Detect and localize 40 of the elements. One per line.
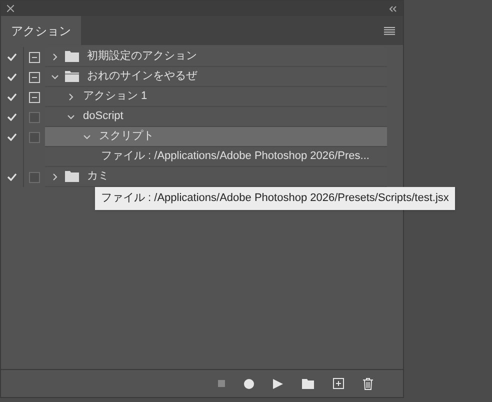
checkmark-icon[interactable] [7, 73, 17, 81]
folder-icon [65, 51, 79, 62]
dialog-toggle-icon[interactable] [29, 92, 40, 102]
play-icon[interactable] [273, 378, 283, 388]
menu-icon[interactable] [384, 26, 395, 34]
action-label: ファイル : /Applications/Adobe Photoshop 2026/Pres... [100, 149, 370, 164]
action-label: スクリプト [98, 128, 154, 144]
chevron-right-icon[interactable] [51, 52, 59, 60]
collapse-icon[interactable] [389, 6, 397, 12]
chevron-down-icon[interactable] [67, 112, 75, 120]
action-label: カミ [86, 169, 109, 184]
panel-tab[interactable]: アクション [1, 16, 81, 45]
dialog-toggle-icon[interactable] [29, 52, 40, 62]
tooltip: ファイル : /Applications/Adobe Photoshop 2026/Presets/Scripts/test.jsx [95, 187, 455, 210]
checkmark-icon[interactable] [7, 53, 17, 61]
action-label: アクション 1 [82, 89, 148, 104]
checkmark-icon[interactable] [7, 173, 17, 181]
dialog-toggle-empty[interactable] [29, 172, 40, 182]
action-row[interactable]: スクリプト [45, 127, 387, 147]
folder-icon [65, 171, 79, 182]
new-action-icon[interactable] [333, 378, 344, 389]
action-label: doScript [82, 109, 124, 124]
checkmark-icon[interactable] [7, 113, 17, 121]
chevron-down-icon[interactable] [83, 132, 91, 140]
chevron-right-icon[interactable] [51, 172, 59, 180]
action-label: おれのサインをやるぜ [86, 69, 197, 84]
action-label: 初期設定のアクション [86, 48, 197, 64]
checkmark-icon[interactable] [7, 133, 17, 141]
folder-icon [65, 71, 79, 82]
dialog-toggle-icon[interactable] [29, 72, 40, 82]
checkmark-icon[interactable] [7, 93, 17, 101]
trash-icon[interactable] [363, 378, 373, 390]
action-row[interactable]: 初期設定のアクション [45, 47, 387, 67]
dialog-toggle-empty[interactable] [29, 132, 40, 142]
folder-icon[interactable] [302, 378, 314, 388]
dialog-toggle-empty[interactable] [29, 112, 40, 122]
chevron-down-icon[interactable] [51, 72, 59, 80]
chevron-right-icon[interactable] [67, 92, 75, 100]
record-icon[interactable] [244, 378, 254, 388]
close-icon[interactable] [7, 5, 14, 12]
